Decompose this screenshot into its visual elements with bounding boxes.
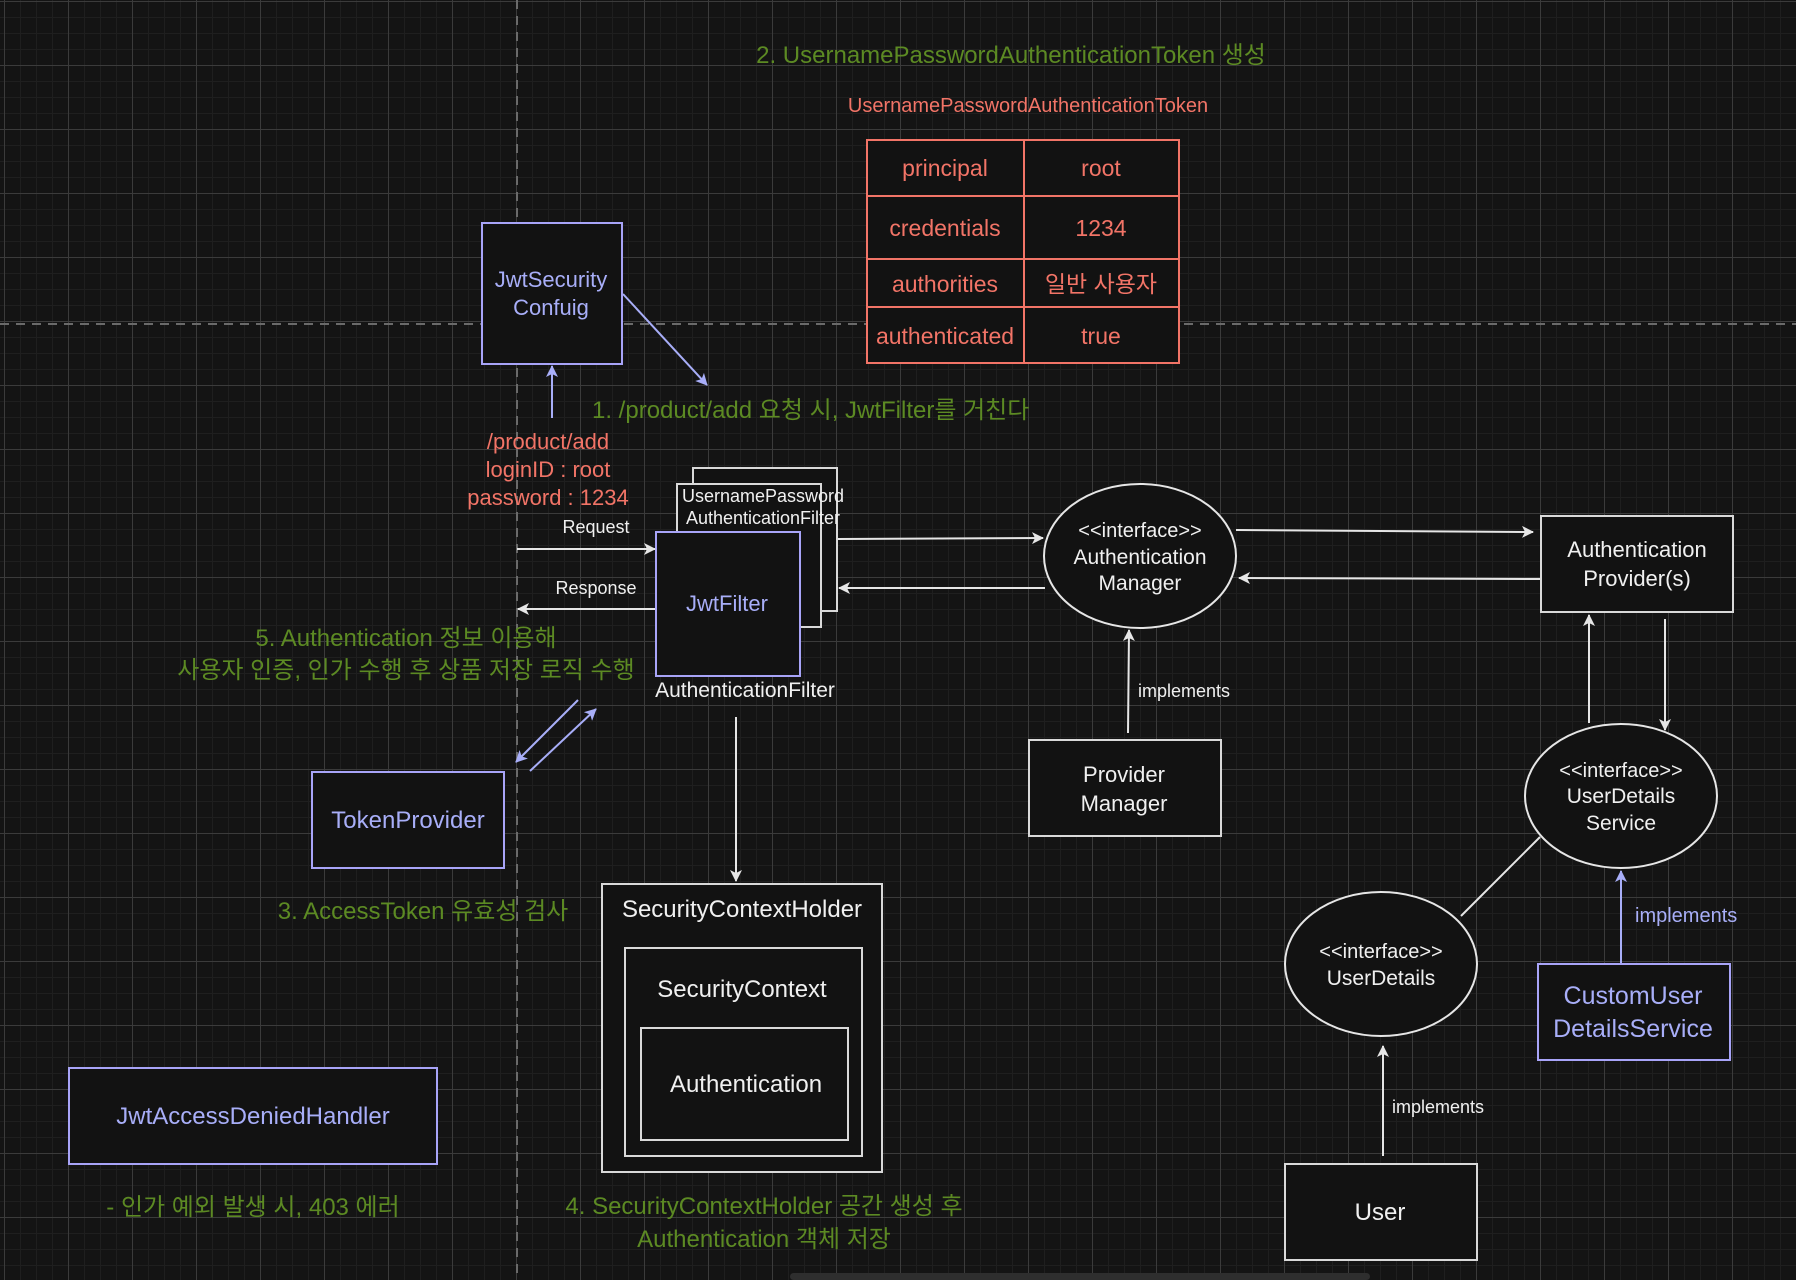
authentication-manager-node[interactable]: <<interface>> Authentication Manager <box>1043 483 1237 629</box>
annotation-step1: 1. /product/add 요청 시, JwtFilter를 거친다 <box>592 397 1029 424</box>
annotation-step5-line1: 5. Authentication 정보 이용해 <box>255 625 556 652</box>
implements-label-provider-manager: implements <box>1138 681 1230 701</box>
line-uds-to-user-details <box>1460 836 1541 917</box>
arrow-config-to-step1 <box>622 293 708 386</box>
table-key-authorities: authorities <box>892 271 998 297</box>
authentication-filter-label: AuthenticationFilter <box>655 679 835 702</box>
token-provider-label: TokenProvider <box>331 807 484 834</box>
provider-manager-line1: Provider <box>1083 762 1165 787</box>
table-key-credentials: credentials <box>889 215 1000 241</box>
security-context-holder-label: SecurityContextHolder <box>622 896 862 923</box>
provider-manager-line2: Manager <box>1081 791 1168 816</box>
custom-uds-line1: CustomUser <box>1564 982 1703 1010</box>
arrow-filter-to-token-provider <box>515 699 579 763</box>
security-context-label: SecurityContext <box>657 976 827 1003</box>
jwt-security-config-line2: Confuig <box>513 295 589 320</box>
user-details-line1: UserDetails <box>1327 967 1436 990</box>
annotation-step2: 2. UsernamePasswordAuthenticationToken 생… <box>756 42 1266 69</box>
user-details-service-node[interactable]: <<interface>> UserDetails Service <box>1524 723 1718 869</box>
implements-label-user: implements <box>1392 1097 1484 1117</box>
token-table-title: UsernamePasswordAuthenticationToken <box>848 95 1208 117</box>
user-details-service-stereotype: <<interface>> <box>1559 760 1682 782</box>
security-context-holder-node[interactable]: SecurityContextHolder SecurityContext Au… <box>601 883 883 1173</box>
request-login-id: loginID : root <box>486 457 611 482</box>
table-value-credentials: 1234 <box>1075 215 1126 241</box>
user-details-service-line2: Service <box>1586 812 1656 835</box>
custom-uds-line2: DetailsService <box>1553 1015 1713 1043</box>
username-password-filter-line1: UsernamePassword <box>682 486 844 506</box>
request-password: password : 1234 <box>467 485 628 510</box>
request-label: Request <box>562 517 629 537</box>
arrow-token-provider-to-filter <box>529 708 597 772</box>
arrow-manager-to-providers <box>1235 525 1534 538</box>
token-provider-node[interactable]: TokenProvider <box>311 771 505 869</box>
authentication-manager-line2: Manager <box>1099 572 1182 595</box>
arrow-provider-manager-implements <box>1122 629 1135 734</box>
authentication-manager-stereotype: <<interface>> <box>1078 520 1201 542</box>
authentication-providers-line1: Authentication <box>1567 537 1706 562</box>
arrow-providers-to-manager <box>1238 572 1541 585</box>
response-label: Response <box>555 578 636 598</box>
implements-label-custom-uds: implements <box>1635 905 1737 927</box>
diagram-canvas: 2. UsernamePasswordAuthenticationToken 생… <box>0 0 1796 1275</box>
authentication-manager-line1: Authentication <box>1073 546 1206 569</box>
user-details-service-line1: UserDetails <box>1567 785 1676 808</box>
annotation-step4-line2: Authentication 객체 저장 <box>637 1226 891 1253</box>
jwt-filter-label: JwtFilter <box>686 591 768 616</box>
authentication-providers-line2: Provider(s) <box>1583 566 1691 591</box>
horizontal-scrollbar[interactable] <box>790 1273 1370 1280</box>
user-details-node[interactable]: <<interface>> UserDetails <box>1284 891 1478 1037</box>
annotation-step3: 3. AccessToken 유효성 검사 <box>278 898 569 925</box>
user-node[interactable]: User <box>1284 1163 1478 1261</box>
jwt-filter-node[interactable]: JwtFilter <box>655 531 801 677</box>
provider-manager-node[interactable]: Provider Manager <box>1028 739 1222 837</box>
table-value-principal: root <box>1081 155 1121 181</box>
annotation-step4-line1: 4. SecurityContextHolder 공간 생성 후 <box>565 1193 962 1220</box>
jwt-access-denied-handler-node[interactable]: JwtAccessDeniedHandler <box>68 1067 438 1165</box>
jwt-access-denied-handler-label: JwtAccessDeniedHandler <box>116 1103 389 1130</box>
user-details-stereotype: <<interface>> <box>1319 941 1442 963</box>
table-key-authenticated: authenticated <box>876 323 1014 349</box>
username-password-filter-line2: AuthenticationFilter <box>686 508 840 528</box>
custom-user-details-service-node[interactable]: CustomUser DetailsService <box>1537 963 1731 1061</box>
table-value-authorities: 일반 사용자 <box>1045 271 1157 297</box>
token-table: principal root credentials 1234 authorit… <box>866 139 1180 364</box>
annotation-access-denied: - 인가 예외 발생 시, 403 에러 <box>106 1194 399 1221</box>
annotation-step5-line2: 사용자 인증, 인가 수행 후 상품 저장 로직 수행 <box>177 657 634 684</box>
table-key-principal: principal <box>902 155 988 181</box>
jwt-security-config-line1: JwtSecurity <box>495 267 607 292</box>
table-value-authenticated: true <box>1081 323 1121 349</box>
authentication-providers-node[interactable]: Authentication Provider(s) <box>1540 515 1734 613</box>
arrow-filter-to-auth-manager <box>837 532 1044 545</box>
authentication-label: Authentication <box>670 1071 822 1098</box>
user-label: User <box>1355 1199 1406 1226</box>
jwt-security-config-node[interactable]: JwtSecurity Confuig <box>481 222 623 365</box>
request-path: /product/add <box>487 429 609 454</box>
